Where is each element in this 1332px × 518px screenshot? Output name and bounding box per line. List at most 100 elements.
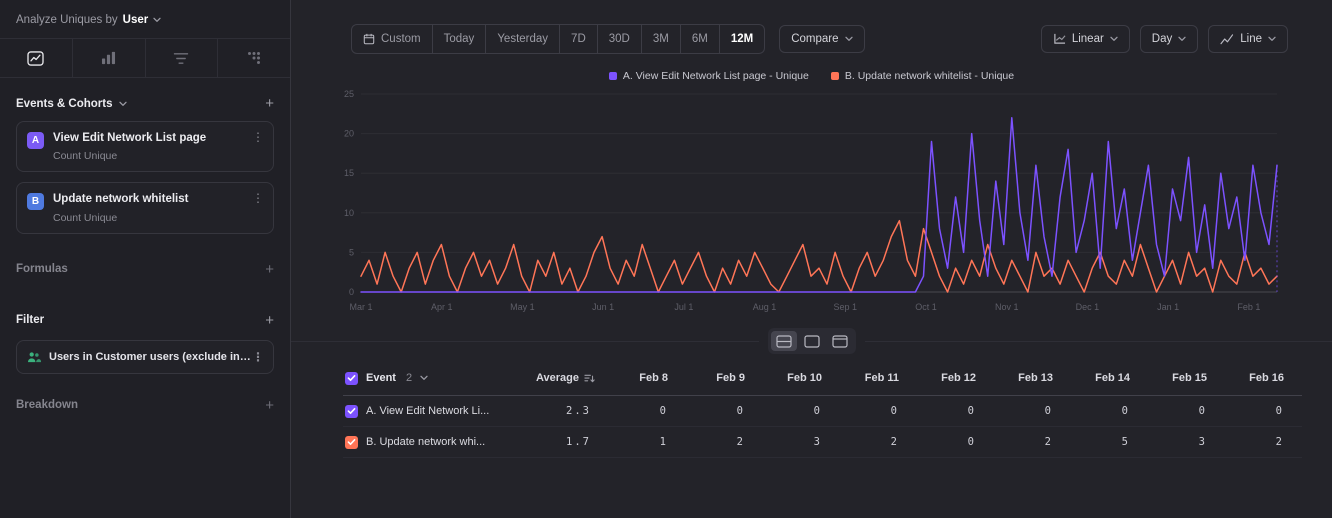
kebab-menu-icon[interactable]: ⋮ [252,130,264,144]
event-measurement[interactable]: Count Unique [53,150,220,162]
granularity-label: Day [1151,33,1173,45]
row-event-label[interactable]: B. Update network whi... [366,436,485,448]
chevron-down-icon [1110,36,1118,42]
range-custom[interactable]: Custom [352,25,433,53]
chevron-down-icon[interactable] [118,101,127,107]
breakdown-header: Breakdown + [0,374,290,423]
range-label: 3M [652,33,669,45]
analyze-uniques-row[interactable]: Analyze Uniques by User [0,0,290,38]
row-date-value: 3 [1198,436,1207,448]
results-table: Event 2 Average Feb 8 Feb 9 Feb 10 Feb 11 Feb 1… [343,361,1302,458]
range-label: 7D [571,33,586,45]
legend-item-a[interactable]: A. View Edit Network List page - Unique [608,70,809,82]
range-3m[interactable]: 3M [642,25,681,53]
legend-item-b[interactable]: B. Update network whitelist - Unique [830,70,1014,82]
average-header-label: Average [535,372,579,384]
sort-icon[interactable] [584,373,595,384]
table-view-icon [831,334,848,348]
range-30d[interactable]: 30D [598,25,642,53]
range-label: Yesterday [497,33,549,45]
add-event-button[interactable]: + [265,96,274,111]
insights-icon [27,50,45,66]
filter-card[interactable]: Users in Customer users (exclude intern.… [16,339,274,374]
line-chart-svg[interactable]: 0 5 10 15 20 25 Mar 1 Apr 1 May 1 Jun 1 Jul 1 Aug 1… [331,86,1283,320]
compare-button[interactable]: Compare [779,25,865,53]
table-header-row: Event 2 Average Feb 8 Feb 9 Feb 10 Feb 11 Feb 1… [343,361,1302,396]
line-chart-icon [1220,33,1234,45]
table-header-date[interactable]: Feb 10 [755,372,832,384]
row-checkbox[interactable] [345,404,358,418]
event-badge-a: A [27,132,44,149]
events-cohorts-title: Events & Cohorts [16,97,113,110]
row-event-cell: B. Update network whi... [343,427,523,457]
event-count: 2 [405,372,413,384]
svg-text:20: 20 [344,129,354,139]
tab-insights[interactable] [0,39,73,77]
range-label: Custom [381,33,421,45]
scale-dropdown[interactable]: Linear [1040,25,1130,53]
table-header-date[interactable]: Feb 13 [986,372,1063,384]
event-card-b[interactable]: B Update network whitelist Count Unique … [16,182,274,234]
event-card-a[interactable]: A View Edit Network List page Count Uniq… [16,121,274,173]
granularity-dropdown[interactable]: Day [1139,25,1199,53]
line-chart[interactable]: 0 5 10 15 20 25 Mar 1 Apr 1 May 1 Jun 1 Jul 1 Aug 1… [331,86,1322,325]
kebab-menu-icon[interactable]: ⋮ [252,191,264,205]
add-formula-button[interactable]: + [265,262,274,277]
table-header-average[interactable]: Average [523,372,601,384]
svg-text:May 1: May 1 [510,302,535,312]
filter-label[interactable]: Users in Customer users (exclude intern.… [49,351,263,363]
table-row[interactable]: B. Update network whi... 1.7 1 2 3 2 0 2 5 3 2 [343,427,1302,458]
table-row[interactable]: A. View Edit Network Li... 2.3 0 0 0 0 0 0 0 0 0 [343,396,1302,427]
table-header-event[interactable]: Event 2 [343,361,523,395]
event-name[interactable]: Update network whitelist [53,192,202,206]
analyze-value[interactable]: User [123,14,149,26]
range-6m[interactable]: 6M [681,25,720,53]
legend-swatch-b [830,72,839,80]
chevron-down-icon [844,36,853,42]
row-date-value: 0 [967,436,976,448]
select-all-checkbox[interactable] [345,371,358,385]
table-header-date[interactable]: Feb 14 [1063,372,1140,384]
tab-retention[interactable] [218,39,290,77]
table-header-date[interactable]: Feb 15 [1140,372,1217,384]
row-date-value: 0 [1121,405,1130,417]
calendar-icon [363,33,375,45]
add-breakdown-button[interactable]: + [265,398,274,413]
event-measurement[interactable]: Count Unique [53,212,202,224]
layout-split-view-button[interactable] [770,331,797,351]
range-7d[interactable]: 7D [560,25,598,53]
legend-label: A. View Edit Network List page - Unique [622,70,809,82]
row-date-value: 2 [890,436,899,448]
scale-label: Linear [1071,33,1104,45]
range-12m[interactable]: 12M [720,25,764,53]
svg-text:0: 0 [349,287,354,297]
svg-text:5: 5 [349,247,354,257]
event-header-label: Event [366,372,396,384]
layout-chart-view-button[interactable] [799,331,825,351]
table-header-date[interactable]: Feb 11 [832,372,909,384]
tab-funnels[interactable] [73,39,146,77]
layout-table-view-button[interactable] [827,331,853,351]
table-header-date[interactable]: Feb 9 [678,372,755,384]
range-yesterday[interactable]: Yesterday [486,25,561,53]
formulas-title: Formulas [16,263,68,276]
chart-type-dropdown[interactable]: Line [1208,25,1288,53]
row-date-value: 0 [813,405,822,417]
svg-text:Jun 1: Jun 1 [592,302,614,312]
range-today[interactable]: Today [433,25,487,53]
svg-text:Jan 1: Jan 1 [1157,302,1179,312]
chart-view-icon [803,334,820,348]
chevron-down-icon [1268,36,1276,42]
event-name[interactable]: View Edit Network List page [53,131,220,145]
chevron-down-icon [153,17,161,23]
kebab-menu-icon[interactable]: ⋮ [252,350,264,364]
table-header-date[interactable]: Feb 12 [909,372,986,384]
flows-icon [173,52,189,65]
table-header-date[interactable]: Feb 8 [601,372,678,384]
add-filter-button[interactable]: + [265,313,274,328]
row-checkbox[interactable] [345,435,358,449]
tab-flows[interactable] [146,39,219,77]
row-date-value: 0 [1198,405,1207,417]
table-header-date[interactable]: Feb 16 [1217,372,1294,384]
row-event-label[interactable]: A. View Edit Network Li... [366,405,489,417]
